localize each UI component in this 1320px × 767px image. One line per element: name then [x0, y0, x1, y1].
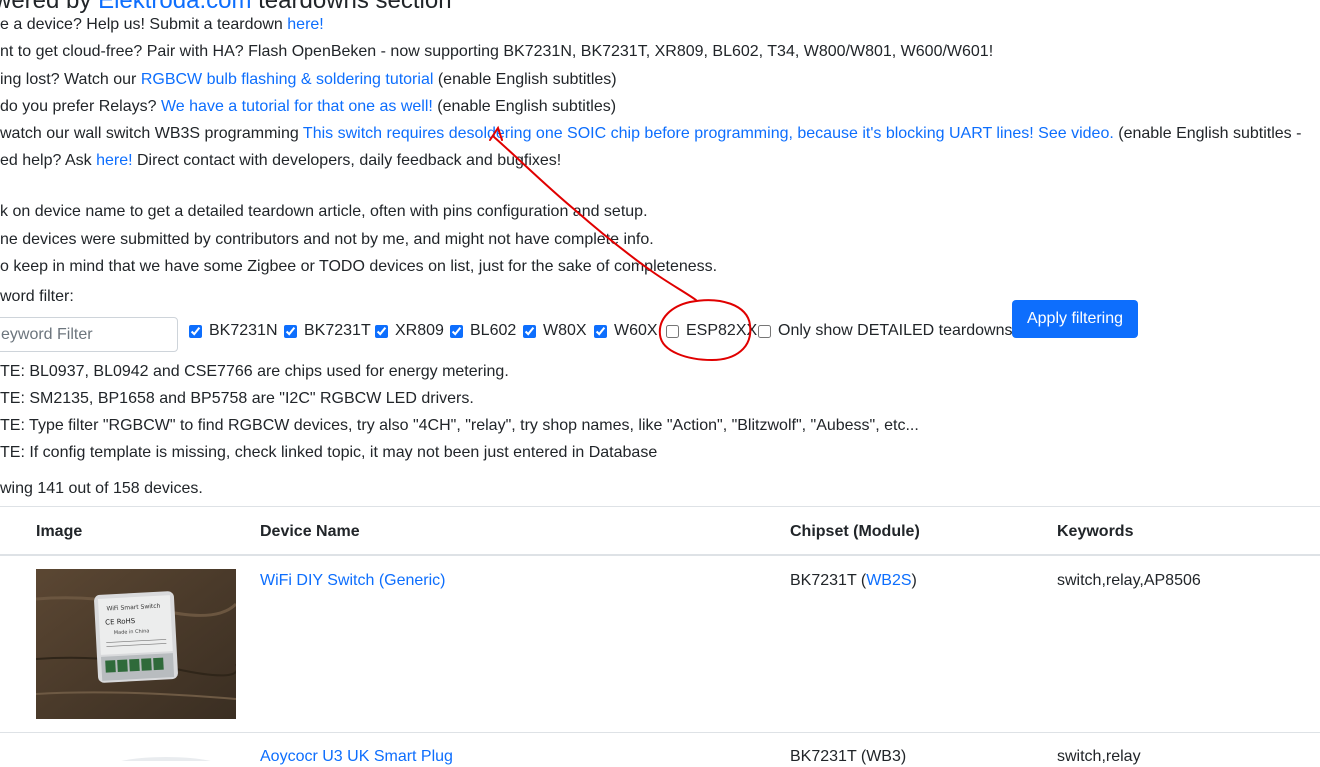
note-click-name: k on device name to get a detailed teard… — [0, 203, 648, 220]
device-photo-2-svg — [121, 757, 211, 761]
bk7231t-checkbox[interactable] — [284, 324, 297, 338]
device-name-link-2[interactable]: Aoycocr U3 UK Smart Plug — [260, 747, 453, 767]
intro-relays-line: do you prefer Relays? We have a tutorial… — [0, 98, 617, 115]
elektroda-link[interactable]: Elektroda.com — [98, 0, 251, 14]
keyword-filter-input[interactable] — [0, 317, 178, 352]
apply-filtering-button[interactable]: Apply filtering — [1012, 300, 1138, 338]
intro-cloudfree-line: nt to get cloud-free? Pair with HA? Flas… — [0, 43, 994, 60]
device-photo-svg: WiFi Smart Switch Made in China CE RoHS — [36, 569, 236, 719]
filter-bar: BK7231N BK7231T XR809 BL602 W80X W60X ES… — [0, 300, 1320, 354]
keywords-cell: switch,relay,AP8506 — [1057, 572, 1201, 589]
ask-help-link[interactable]: here! — [96, 152, 132, 169]
intro-help-line: ed help? Ask here! Direct contact with d… — [0, 152, 562, 169]
bk7231n-checkbox[interactable] — [189, 324, 202, 338]
submit-teardown-link[interactable]: here! — [287, 16, 323, 33]
xr809-checkbox[interactable] — [375, 324, 388, 338]
detailed-only-checkbox[interactable] — [758, 324, 771, 338]
device-count: wing 141 out of 158 devices. — [0, 480, 203, 497]
device-label-marks: CE RoHS — [105, 617, 136, 627]
tip-config-template: TE: If config template is missing, check… — [0, 444, 658, 461]
chip-filter-w80x[interactable]: W80X — [523, 322, 587, 340]
detailed-only-filter[interactable]: Only show DETAILED teardowns — [758, 322, 1012, 340]
row-divider — [0, 732, 1320, 733]
note-zigbee: o keep in mind that we have some Zigbee … — [0, 258, 718, 275]
column-header-image: Image — [36, 523, 83, 540]
chip-filter-w60x[interactable]: W60X — [594, 322, 658, 340]
tip-i2c-drivers: TE: SM2135, BP1658 and BP5758 are "I2C" … — [0, 390, 474, 407]
intro-submit-line: e a device? Help us! Submit a teardown h… — [0, 16, 324, 33]
table-top-border — [0, 506, 1320, 507]
keywords-cell-2: switch,relay — [1057, 748, 1141, 765]
relay-tutorial-link[interactable]: We have a tutorial for that one as well! — [161, 98, 433, 115]
chip-filter-esp82xx[interactable]: ESP82XX — [666, 322, 757, 340]
tip-filter-usage: TE: Type filter "RGBCW" to find RGBCW de… — [0, 417, 919, 434]
page-title: wered by Elektroda.com teardowns section — [0, 0, 452, 15]
w60x-checkbox[interactable] — [594, 324, 607, 338]
device-photo[interactable]: WiFi Smart Switch Made in China CE RoHS — [36, 569, 236, 719]
note-contributors: ne devices were submitted by contributor… — [0, 231, 654, 248]
tip-energy-metering: TE: BL0937, BL0942 and CSE7766 are chips… — [0, 363, 509, 380]
table-header-border — [0, 554, 1320, 556]
intro-rgbcw-line: ing lost? Watch our RGBCW bulb flashing … — [0, 71, 617, 88]
bl602-checkbox[interactable] — [450, 324, 463, 338]
chipset-cell-2: BK7231T (WB3) — [790, 748, 907, 765]
w80x-checkbox[interactable] — [523, 324, 536, 338]
column-header-chipset: Chipset (Module) — [790, 523, 920, 540]
device-name-link[interactable]: WiFi DIY Switch (Generic) — [260, 571, 446, 591]
intro-wallswitch-line: watch our wall switch WB3S programming T… — [0, 125, 1302, 142]
wall-switch-video-link[interactable]: This switch requires desoldering one SOI… — [303, 125, 1114, 142]
chip-filter-bk7231t[interactable]: BK7231T — [284, 322, 371, 340]
chip-filter-bl602[interactable]: BL602 — [450, 322, 516, 340]
column-header-keywords: Keywords — [1057, 523, 1134, 540]
column-header-device-name: Device Name — [260, 523, 360, 540]
chip-filter-bk7231n[interactable]: BK7231N — [189, 322, 278, 340]
chip-filter-xr809[interactable]: XR809 — [375, 322, 444, 340]
chipset-cell: BK7231T (WB2S) — [790, 572, 917, 589]
rgbcw-tutorial-link[interactable]: RGBCW bulb flashing & soldering tutorial — [141, 71, 434, 88]
module-link[interactable]: WB2S — [866, 572, 911, 589]
device-photo-2[interactable] — [36, 745, 236, 761]
esp82xx-checkbox[interactable] — [666, 324, 679, 338]
